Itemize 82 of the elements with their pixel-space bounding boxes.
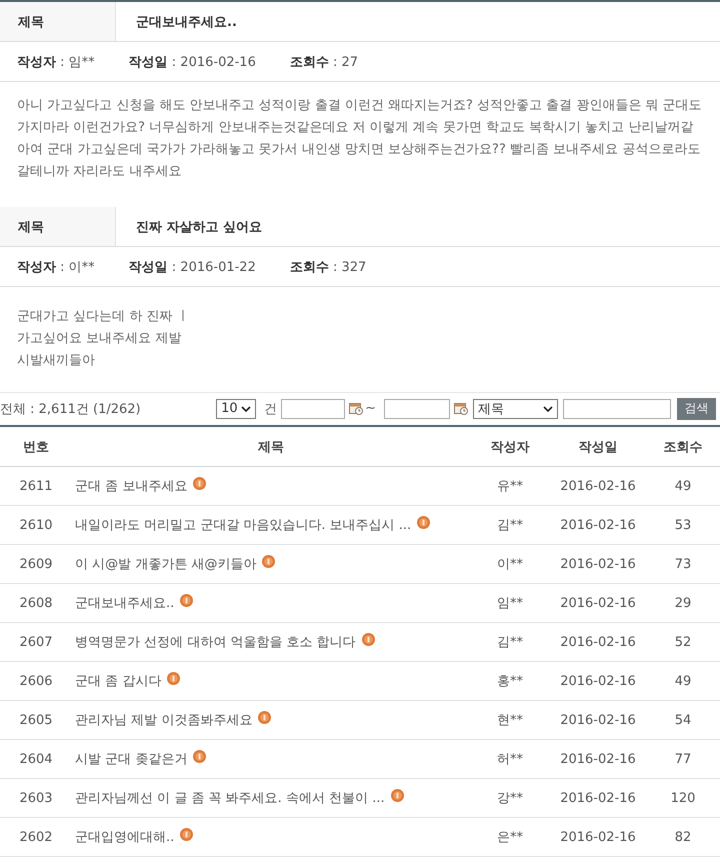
post-title-link[interactable]: 관리자님 제발 이것좀봐주세요: [75, 711, 252, 729]
view-count: 54: [674, 712, 692, 728]
post-date: 2016-02-16: [559, 556, 637, 572]
column-header: 조회수: [662, 438, 704, 456]
title-label: 제목: [0, 2, 116, 41]
meta-field: 작성자 : 임**: [17, 52, 95, 70]
post-title-link[interactable]: 군대입영에대해..: [75, 828, 174, 846]
caret-icon: [543, 406, 553, 412]
calendar-icon[interactable]: [349, 402, 364, 415]
post-number: 2611: [18, 478, 54, 494]
post-date: 2016-02-16: [559, 830, 637, 844]
meta-field: 작성일 : 2016-02-16: [128, 52, 256, 70]
column-header: 제목: [257, 438, 285, 456]
post-title-link[interactable]: 군대보내주세요..: [75, 594, 174, 612]
post-number: 2610: [18, 518, 54, 532]
search-type-select[interactable]: 제목: [473, 398, 558, 418]
post-title-link[interactable]: 군대 좀 보내주세요: [75, 477, 188, 495]
post-text: 시발새끼들아: [17, 352, 96, 370]
post-date: 2016-02-16: [559, 712, 637, 728]
post-date: 2016-02-16: [559, 634, 637, 650]
post-date: 2016-02-16: [559, 596, 637, 610]
view-count: 52: [674, 634, 692, 650]
author-name: 이**: [496, 556, 524, 573]
post-title-link[interactable]: 관리자님께선 이 글 좀 꼭 봐주세요. 속에서 천불이 ...: [75, 789, 385, 807]
view-count: 82: [674, 830, 692, 844]
column-header: 번호: [22, 438, 50, 456]
post-title-link[interactable]: 이 시@발 개좋가튼 새@키들아: [75, 555, 256, 573]
meta-field: 조회수 : 27: [290, 52, 358, 70]
title-label: 제목: [0, 207, 116, 246]
calendar-icon[interactable]: [454, 402, 468, 415]
post-title-link[interactable]: 시발 군대 좆같은거: [75, 750, 188, 768]
post-number: 2605: [18, 712, 54, 728]
view-count: 73: [674, 556, 692, 572]
date-to-field[interactable]: [384, 398, 450, 418]
range-separator: ~: [365, 401, 376, 416]
author-name: 홍**: [496, 673, 524, 690]
meta-field: 작성자 : 이**: [17, 258, 95, 276]
author-name: 현**: [496, 712, 524, 729]
view-count: 77: [674, 752, 692, 766]
post-text: 아니 가고싶다고 신청을 해도 안보내주고 성적이랑 출결 이런건 왜따지는거죠? 성적안좋고 출결 꽝인애들은 뭐 군대도 가지마라 이런건가요? 너무심하게 안보내주는것같은데요 저 이렇게 계속 못가면 학교도 복학시기 놓치고 난리날꺼같아여 군대 가고싶은데 국가가 가라해놓고 못가서 내인생 망치면 보상해주는건가요?? 빨리좀 보내주세요 공석으로라도 갈테니까 자리라도 내주세요: [17, 97, 703, 181]
search-button[interactable]: 검색: [677, 398, 716, 420]
post-date: 2016-02-16: [559, 518, 637, 532]
post-text: 가고싶어요 보내주세요 제발: [17, 330, 182, 348]
author-name: 허**: [496, 751, 524, 768]
post-date: 2016-02-16: [559, 752, 637, 766]
post-text: 군대가고 싶다는데 하 진짜 ㅣ: [17, 308, 191, 326]
post-title-link[interactable]: 내일이라도 머리밀고 군대갈 마음있습니다. 보내주십시 ...: [75, 516, 412, 534]
post-number: 2608: [18, 596, 54, 610]
author-name: 김**: [496, 517, 524, 534]
post-date: 2016-02-16: [559, 478, 637, 494]
author-name: 은**: [496, 829, 524, 846]
column-header: 작성자: [490, 438, 530, 456]
post-title: 진짜 자살하고 싶어요: [135, 218, 262, 236]
post-number: 2603: [18, 790, 54, 806]
view-count: 49: [674, 674, 692, 688]
view-count: 49: [674, 478, 692, 494]
post-date: 2016-02-16: [559, 674, 637, 688]
meta-field: 조회수 : 327: [290, 258, 366, 276]
total-count: 전체 : 2,611건 (1/262): [0, 400, 141, 418]
post-number: 2604: [18, 752, 54, 766]
caret-icon: [241, 406, 252, 412]
post-title-link[interactable]: 군대 좀 갑시다: [75, 672, 162, 690]
post-title: 군대보내주세요..: [135, 14, 237, 32]
post-number: 2602: [18, 830, 54, 844]
author-name: 강**: [496, 790, 524, 807]
author-name: 유**: [496, 478, 524, 495]
unit-label: 건: [264, 400, 278, 418]
post-number: 2606: [18, 674, 54, 688]
post-title-link[interactable]: 병역명문가 선정에 대하여 억울함을 호소 합니다: [75, 633, 356, 651]
meta-field: 작성일 : 2016-01-22: [128, 258, 256, 276]
search-field[interactable]: [563, 398, 671, 418]
post-number: 2609: [18, 556, 54, 572]
page-size-select[interactable]: 10: [216, 398, 256, 418]
date-from-field[interactable]: [281, 398, 346, 418]
post-date: 2016-02-16: [559, 790, 637, 806]
view-count: 29: [674, 596, 692, 610]
author-name: 김**: [496, 634, 524, 651]
column-header: 작성일: [578, 438, 618, 456]
post-number: 2607: [18, 634, 54, 650]
author-name: 임**: [496, 595, 524, 612]
view-count: 53: [674, 518, 692, 532]
view-count: 120: [670, 790, 696, 806]
